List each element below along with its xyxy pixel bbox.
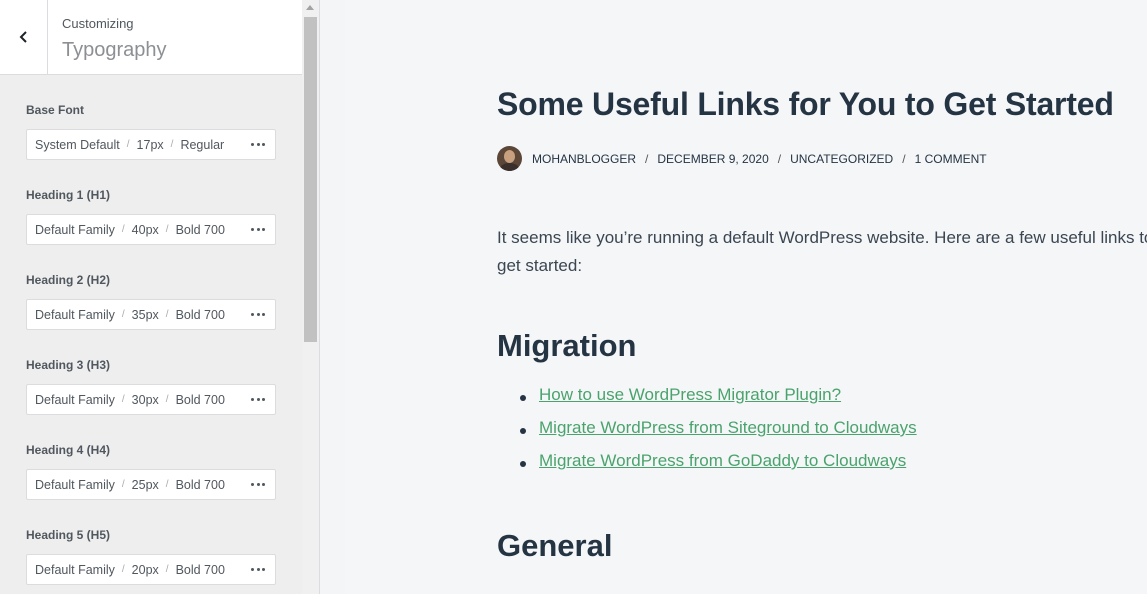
separator: / <box>165 479 169 490</box>
separator: / <box>165 224 169 235</box>
font-family-value: Default Family <box>35 222 115 237</box>
control-label: Base Font <box>26 103 85 117</box>
control-label: Heading 2 (H2) <box>26 273 111 287</box>
control-label: Heading 1 (H1) <box>26 188 111 202</box>
font-weight-value: Bold 700 <box>175 222 225 237</box>
separator: / <box>165 309 169 320</box>
more-options-icon[interactable] <box>251 308 265 320</box>
chevron-left-icon <box>19 31 27 43</box>
font-size-value: 30px <box>131 392 159 407</box>
font-size-value: 17px <box>136 137 164 152</box>
post-category-link[interactable]: UNCATEGORIZED <box>790 152 893 166</box>
meta-separator: / <box>902 151 906 166</box>
control-heading-4: Heading 4 (H4) Default Family / 25px / B… <box>26 442 276 527</box>
font-size-value: 35px <box>131 307 159 322</box>
more-options-icon[interactable] <box>251 478 265 490</box>
list-item: How to use WordPress Migrator Plugin? <box>497 385 917 418</box>
post-date-link[interactable]: DECEMBER 9, 2020 <box>657 152 768 166</box>
font-family-value: System Default <box>35 137 120 152</box>
font-selector-heading-4[interactable]: Default Family / 25px / Bold 700 <box>26 469 276 500</box>
migration-link[interactable]: Migrate WordPress from GoDaddy to Cloudw… <box>539 451 906 470</box>
font-family-value: Default Family <box>35 562 115 577</box>
list-item: Migrate WordPress from Siteground to Clo… <box>497 418 917 451</box>
separator: / <box>165 564 169 575</box>
font-selector-heading-3[interactable]: Default Family / 30px / Bold 700 <box>26 384 276 415</box>
migration-link[interactable]: How to use WordPress Migrator Plugin? <box>539 385 841 404</box>
section-heading-general: General <box>497 528 613 563</box>
separator: / <box>165 394 169 405</box>
control-base-font: Base Font System Default / 17px / Regula… <box>26 102 276 187</box>
font-weight-value: Bold 700 <box>175 307 225 322</box>
post-author-link[interactable]: MOHANBLOGGER <box>532 152 636 166</box>
site-preview: Some Useful Links for You to Get Started… <box>345 0 1147 594</box>
separator: / <box>121 479 125 490</box>
scroll-up-arrow-icon[interactable] <box>306 5 314 10</box>
font-family-value: Default Family <box>35 477 115 492</box>
separator: / <box>121 564 125 575</box>
font-size-value: 25px <box>131 477 159 492</box>
migration-link[interactable]: Migrate WordPress from Siteground to Clo… <box>539 418 917 437</box>
meta-separator: / <box>645 151 649 166</box>
font-selector-heading-1[interactable]: Default Family / 40px / Bold 700 <box>26 214 276 245</box>
separator: / <box>121 224 125 235</box>
control-heading-1: Heading 1 (H1) Default Family / 40px / B… <box>26 187 276 272</box>
control-label: Heading 5 (H5) <box>26 528 111 542</box>
more-options-icon[interactable] <box>251 563 265 575</box>
font-weight-value: Bold 700 <box>175 562 225 577</box>
control-heading-3: Heading 3 (H3) Default Family / 30px / B… <box>26 357 276 442</box>
font-family-value: Default Family <box>35 392 115 407</box>
separator: / <box>170 139 174 150</box>
font-weight-value: Bold 700 <box>175 477 225 492</box>
post-title: Some Useful Links for You to Get Started <box>497 86 1114 122</box>
sidebar-header: Customizing Typography <box>0 0 302 75</box>
font-selector-heading-5[interactable]: Default Family / 20px / Bold 700 <box>26 554 276 585</box>
control-heading-5: Heading 5 (H5) Default Family / 20px / B… <box>26 527 276 594</box>
font-size-value: 40px <box>131 222 159 237</box>
more-options-icon[interactable] <box>251 223 265 235</box>
post-meta: MOHANBLOGGER / DECEMBER 9, 2020 / UNCATE… <box>497 146 987 171</box>
font-weight-value: Regular <box>180 137 225 152</box>
customizer-sidebar: Customizing Typography Base Font System … <box>0 0 320 594</box>
more-options-icon[interactable] <box>251 393 265 405</box>
back-button[interactable] <box>0 0 48 74</box>
control-label: Heading 3 (H3) <box>26 358 111 372</box>
font-family-value: Default Family <box>35 307 115 322</box>
post-comments-link[interactable]: 1 COMMENT <box>915 152 987 166</box>
font-selector-base-font[interactable]: System Default / 17px / Regular <box>26 129 276 160</box>
post-intro-paragraph: It seems like you’re running a default W… <box>497 228 1147 275</box>
list-item: Migrate WordPress from GoDaddy to Cloudw… <box>497 451 917 484</box>
separator: / <box>126 139 130 150</box>
typography-controls: Base Font System Default / 17px / Regula… <box>26 102 276 594</box>
breadcrumb: Customizing <box>62 16 134 31</box>
meta-separator: / <box>777 151 782 166</box>
panel-title: Typography <box>62 39 167 61</box>
control-label: Heading 4 (H4) <box>26 443 111 457</box>
sidebar-scrollbar[interactable] <box>302 0 319 594</box>
font-size-value: 20px <box>131 562 159 577</box>
author-avatar[interactable] <box>497 146 522 171</box>
font-weight-value: Bold 700 <box>175 392 225 407</box>
separator: / <box>121 309 125 320</box>
control-heading-2: Heading 2 (H2) Default Family / 35px / B… <box>26 272 276 357</box>
font-selector-heading-2[interactable]: Default Family / 35px / Bold 700 <box>26 299 276 330</box>
migration-links-list: How to use WordPress Migrator Plugin? Mi… <box>497 385 917 484</box>
more-options-icon[interactable] <box>251 138 265 150</box>
section-heading-migration: Migration <box>497 328 637 363</box>
separator: / <box>121 394 125 405</box>
scrollbar-thumb[interactable] <box>304 17 317 342</box>
